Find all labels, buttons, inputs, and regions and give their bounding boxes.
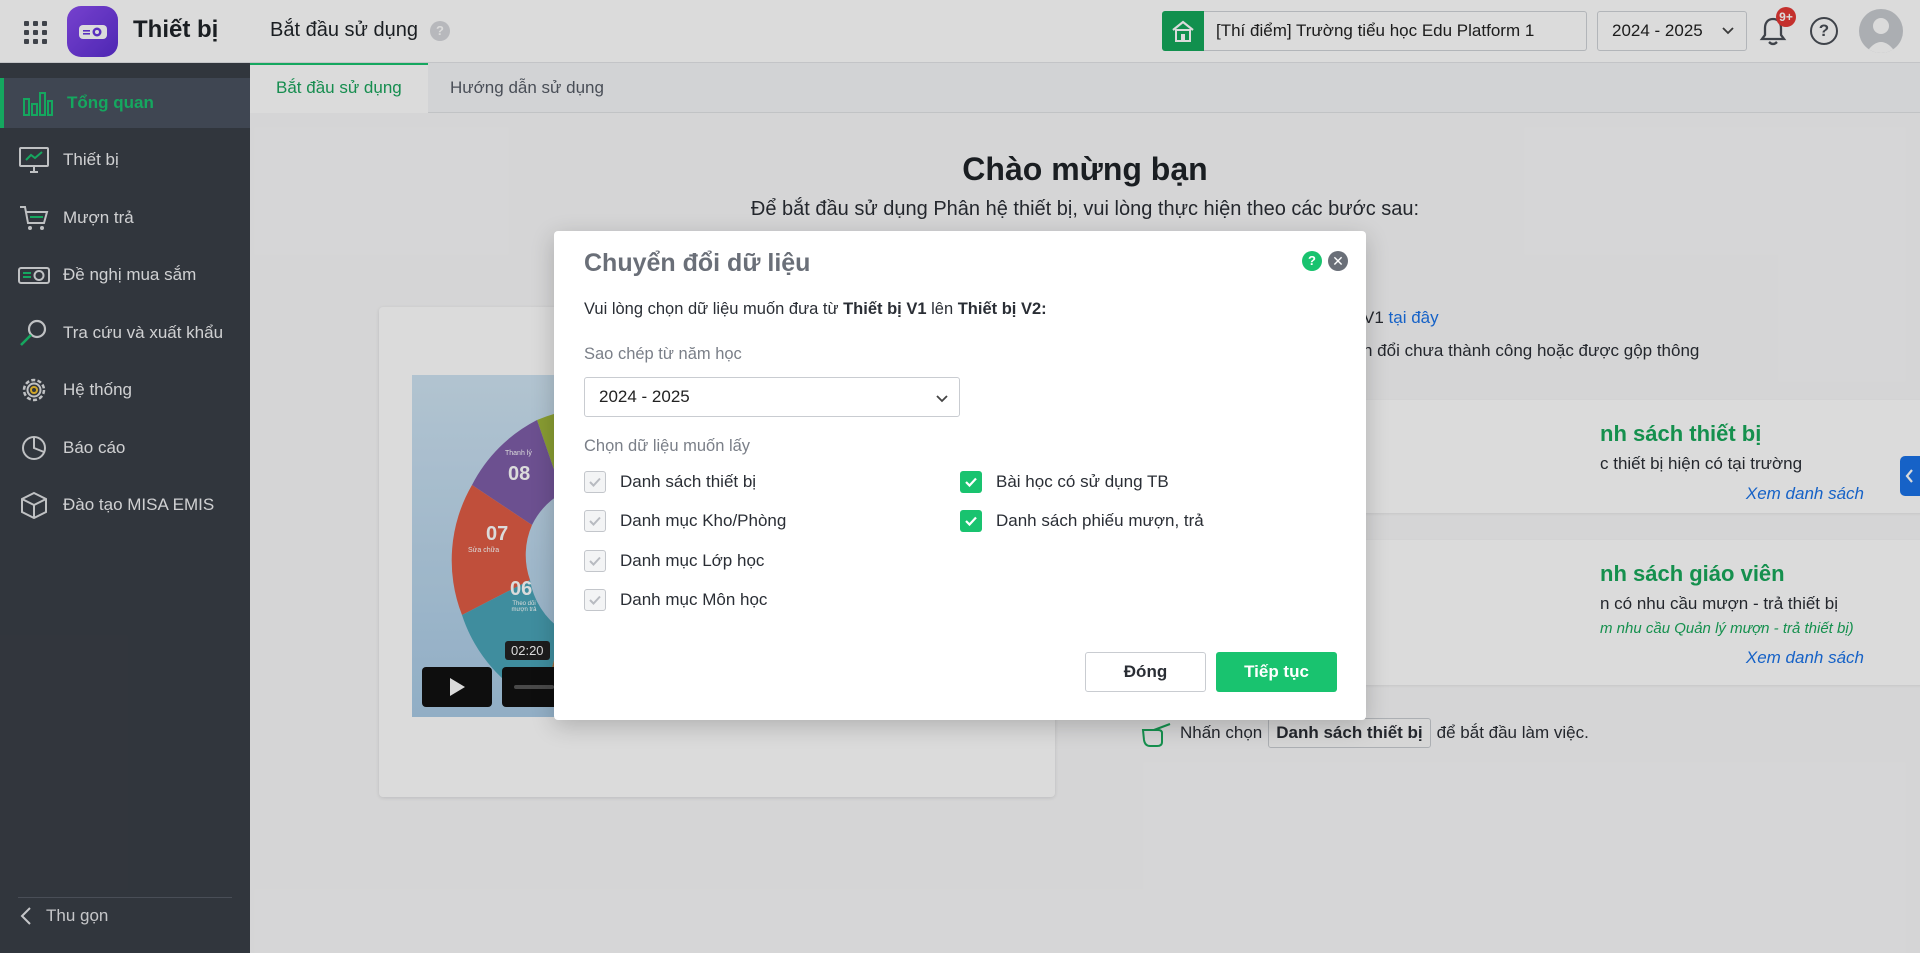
data-conversion-dialog: Chuyển đổi dữ liệu ? ✕ Vui lòng chọn dữ … xyxy=(554,231,1366,720)
checkbox-disabled-checked[interactable] xyxy=(584,589,606,611)
check-icon xyxy=(965,516,977,527)
check-icon xyxy=(965,477,977,488)
intro-mid: lên xyxy=(926,300,958,318)
choose-data-label: Chọn dữ liệu muốn lấy xyxy=(584,437,751,455)
dialog-title: Chuyển đổi dữ liệu xyxy=(584,249,811,277)
checkbox-disabled-checked[interactable] xyxy=(584,550,606,572)
dialog-continue-button[interactable]: Tiếp tục xyxy=(1216,652,1337,692)
check-icon xyxy=(589,477,601,487)
option-danh-sach-thiet-bi[interactable]: Danh sách thiết bị xyxy=(584,471,756,493)
copy-from-year-value: 2024 - 2025 xyxy=(599,387,690,406)
dialog-intro: Vui lòng chọn dữ liệu muốn đưa từ Thiết … xyxy=(584,300,1047,319)
chevron-down-icon xyxy=(936,395,948,403)
dialog-close-button[interactable]: Đóng xyxy=(1085,652,1206,692)
intro-from: Thiết bị V1 xyxy=(843,300,927,318)
option-label: Danh mục Môn học xyxy=(620,590,768,609)
copy-from-label: Sao chép từ năm học xyxy=(584,345,742,363)
option-label: Danh mục Lớp học xyxy=(620,551,765,570)
checkbox-checked[interactable] xyxy=(960,471,982,493)
option-danh-sach-phieu-muon-tra[interactable]: Danh sách phiếu mượn, trả xyxy=(960,510,1204,532)
option-danh-muc-kho-phong[interactable]: Danh mục Kho/Phòng xyxy=(584,510,786,532)
copy-from-year-select[interactable]: 2024 - 2025 xyxy=(584,377,960,417)
checkbox-disabled-checked[interactable] xyxy=(584,471,606,493)
checkbox-disabled-checked[interactable] xyxy=(584,510,606,532)
intro-to: Thiết bị V2: xyxy=(957,300,1047,318)
dialog-close-icon[interactable]: ✕ xyxy=(1328,251,1348,271)
intro-prefix: Vui lòng chọn dữ liệu muốn đưa từ xyxy=(584,300,844,318)
option-label: Danh sách phiếu mượn, trả xyxy=(996,511,1204,530)
check-icon xyxy=(589,556,601,566)
option-label: Danh mục Kho/Phòng xyxy=(620,511,787,530)
dialog-help-icon[interactable]: ? xyxy=(1302,251,1322,271)
option-danh-muc-mon-hoc[interactable]: Danh mục Môn học xyxy=(584,589,767,611)
option-danh-muc-lop-hoc[interactable]: Danh mục Lớp học xyxy=(584,550,764,572)
option-bai-hoc-co-su-dung-tb[interactable]: Bài học có sử dụng TB xyxy=(960,471,1169,493)
check-icon xyxy=(589,595,601,605)
checkbox-checked[interactable] xyxy=(960,510,982,532)
option-label: Danh sách thiết bị xyxy=(620,472,757,491)
check-icon xyxy=(589,516,601,526)
option-label: Bài học có sử dụng TB xyxy=(996,472,1169,491)
